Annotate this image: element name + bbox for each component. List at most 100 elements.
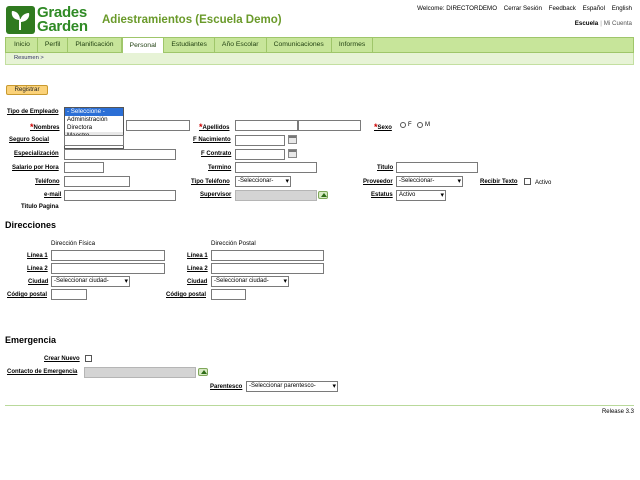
fisica-linea1-label: Línea 1: [27, 253, 48, 259]
separator: |: [600, 20, 602, 27]
direcciones-title: Direcciones: [5, 220, 57, 230]
titulo-pagina-label: Titulo Pagina: [21, 204, 59, 210]
required-icon: *: [374, 122, 378, 132]
apellidos-label: *Apellidos: [199, 122, 230, 132]
parentesco-label: Parentesco: [210, 384, 243, 390]
sexo-m-label: M: [425, 122, 430, 128]
welcome-text: Welcome: DIRECTORDEMO: [417, 5, 498, 12]
nav-tabs: Inicio Perfil Planificación Personal Est…: [7, 37, 374, 53]
contacto-emergencia-input: [84, 367, 196, 378]
fisica-linea2-input[interactable]: [51, 263, 165, 274]
app-title: Adiestramientos (Escuela Demo): [102, 14, 282, 26]
postal-linea2-label: Línea 2: [187, 266, 208, 272]
activo-text: Activo: [535, 180, 552, 186]
titulo-label: Titulo: [377, 165, 394, 171]
apellido-paterno-input[interactable]: [235, 120, 298, 131]
emergencia-title: Emergencia: [5, 335, 57, 345]
postal-codigo-postal-input[interactable]: [211, 289, 246, 300]
postal-linea1-input[interactable]: [211, 250, 324, 261]
proveedor-label: Proveedor: [363, 179, 393, 185]
calendar-icon[interactable]: [288, 135, 297, 144]
account-line: Escuela | Mi Cuenta: [575, 20, 632, 27]
nombres-input[interactable]: [126, 120, 190, 131]
footer-divider: [5, 405, 634, 406]
leaf-icon: [6, 6, 35, 34]
fisica-ciudad-select[interactable]: -Seleccionar ciudad-: [51, 276, 130, 287]
dropdown-option-selected[interactable]: - Seleccione -: [65, 108, 123, 116]
titulo-input[interactable]: [396, 162, 478, 173]
fisica-linea2-label: Línea 2: [27, 266, 48, 272]
tab-ano-escolar[interactable]: Año Escolar: [214, 38, 267, 52]
f-contrato-label: F Contrato: [201, 151, 232, 157]
email-input[interactable]: [64, 190, 176, 201]
estatus-label: Estatus: [371, 192, 393, 198]
recibir-texto-checkbox[interactable]: [524, 178, 531, 185]
school-link[interactable]: Escuela: [575, 20, 598, 27]
required-icon: *: [199, 122, 203, 132]
postal-ciudad-select[interactable]: -Seleccionar ciudad-: [211, 276, 289, 287]
english-link[interactable]: English: [612, 5, 632, 12]
fisica-codigo-postal-label: Código postal: [7, 292, 47, 298]
sexo-m-radio[interactable]: [417, 122, 423, 128]
sexo-f-label: F: [408, 122, 412, 128]
sexo-label: *Sexo: [374, 122, 392, 132]
parentesco-select[interactable]: -Seleccionar parentesco-: [246, 381, 338, 392]
tipo-telefono-label: Tipo Teléfono: [191, 179, 230, 185]
postal-codigo-postal-label: Código postal: [166, 292, 206, 298]
supervisor-input: [235, 190, 317, 201]
logout-link[interactable]: Cerrar Sesión: [504, 5, 542, 12]
spanish-link[interactable]: Español: [583, 5, 605, 12]
tab-planificacion[interactable]: Planificación: [68, 38, 122, 52]
direccion-fisica-header: Dirección Física: [51, 240, 96, 247]
register-button[interactable]: Registrar: [6, 85, 48, 95]
tab-comunicaciones[interactable]: Comunicaciones: [266, 38, 332, 52]
seguro-social-input[interactable]: [64, 135, 124, 146]
proveedor-select[interactable]: -Seleccionar-: [396, 176, 463, 187]
tab-estudiantes[interactable]: Estudiantes: [164, 38, 215, 52]
postal-ciudad-label: Ciudad: [187, 279, 208, 285]
f-nacimiento-input[interactable]: [235, 135, 285, 146]
telefono-label: Teléfono: [35, 179, 60, 185]
tab-informes[interactable]: Informes: [331, 38, 374, 52]
logo: Grades Garden: [6, 4, 92, 36]
feedback-link[interactable]: Feedback: [549, 5, 576, 12]
required-icon: *: [30, 122, 34, 132]
recibir-texto-label: Recibir Texto: [480, 179, 518, 185]
my-account-link[interactable]: Mi Cuenta: [604, 20, 632, 27]
direccion-postal-header: Dirección Postal: [211, 240, 256, 247]
tipo-telefono-select[interactable]: -Seleccionar-: [235, 176, 291, 187]
top-links: Welcome: DIRECTORDEMO Cerrar Sesión Feed…: [412, 5, 632, 12]
calendar-icon[interactable]: [288, 149, 297, 158]
fisica-ciudad-label: Ciudad: [28, 279, 49, 285]
especializacion-input[interactable]: [64, 149, 176, 160]
supervisor-label: Supervisor: [200, 192, 232, 198]
salario-input[interactable]: [64, 162, 104, 173]
fisica-codigo-postal-input[interactable]: [51, 289, 87, 300]
fisica-linea1-input[interactable]: [51, 250, 165, 261]
estatus-select[interactable]: Activo: [396, 190, 446, 201]
tab-inicio[interactable]: Inicio: [7, 38, 38, 52]
contacto-lookup-button[interactable]: [198, 368, 208, 376]
f-contrato-input[interactable]: [235, 149, 285, 160]
release-text: Release 3.3: [601, 409, 634, 415]
tipo-empleado-label: Tipo de Empleado: [7, 109, 59, 115]
contacto-emergencia-label: Contacto de Emergencia: [7, 369, 78, 375]
telefono-input[interactable]: [64, 176, 130, 187]
tab-personal[interactable]: Personal: [121, 37, 165, 53]
sexo-f-radio[interactable]: [400, 122, 406, 128]
breadcrumb[interactable]: Resumen >: [5, 53, 634, 65]
tab-perfil[interactable]: Perfil: [37, 38, 69, 52]
supervisor-lookup-button[interactable]: [318, 191, 328, 199]
logo-text: Grades Garden: [37, 4, 88, 35]
email-label: e-mail: [44, 192, 62, 198]
especializacion-label: Especialización: [14, 151, 59, 157]
termino-label: Termino: [208, 165, 232, 171]
postal-linea1-label: Línea 1: [187, 253, 208, 259]
dropdown-option-administracion[interactable]: Administración: [65, 116, 123, 124]
termino-input[interactable]: [235, 162, 317, 173]
postal-linea2-input[interactable]: [211, 263, 324, 274]
apellido-materno-input[interactable]: [298, 120, 361, 131]
salario-label: Salario por Hora: [12, 165, 59, 171]
dropdown-option-directora[interactable]: Directora: [65, 124, 123, 132]
crear-nuevo-checkbox[interactable]: [85, 355, 92, 362]
